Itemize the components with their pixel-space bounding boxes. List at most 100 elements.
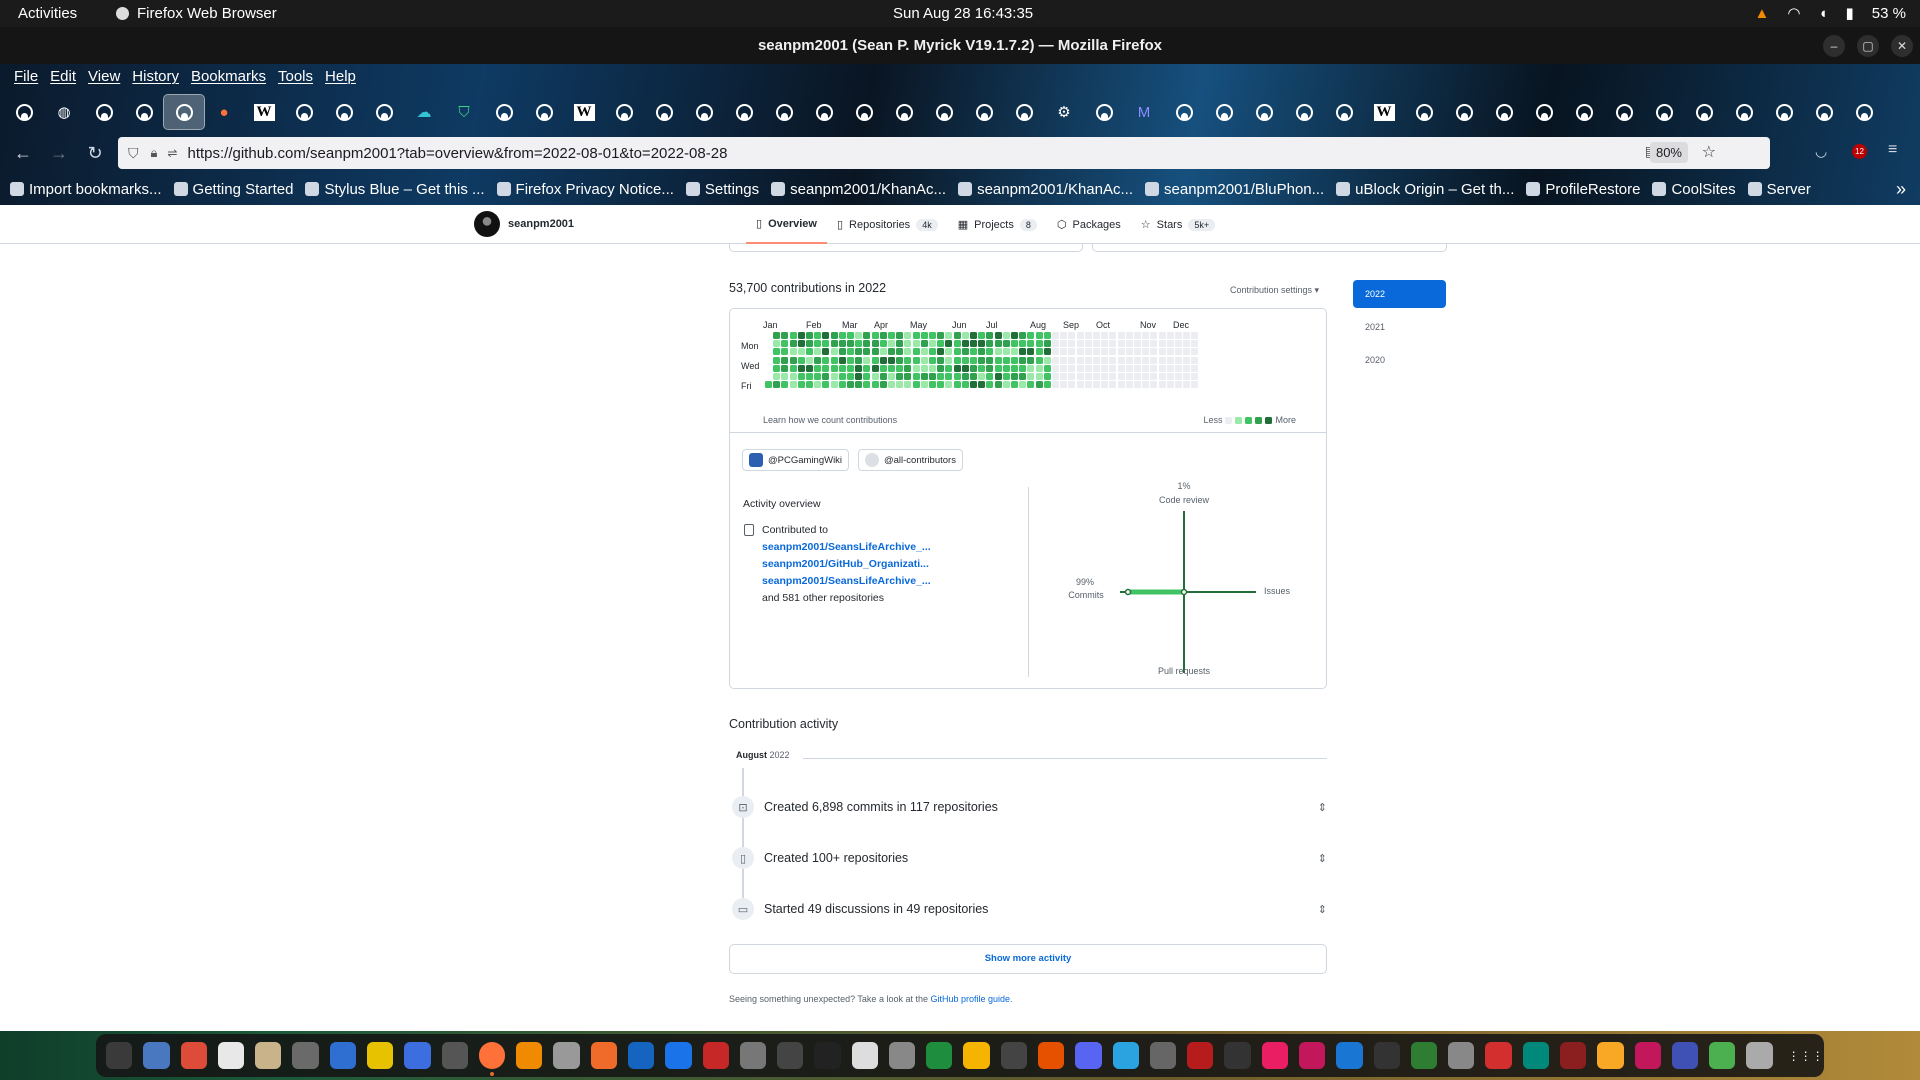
contribution-cell[interactable]	[1002, 340, 1010, 348]
contribution-cell[interactable]	[1093, 364, 1100, 372]
contribution-cell[interactable]	[1019, 348, 1027, 356]
menu-edit[interactable]: Edit	[44, 64, 82, 90]
contribution-cell[interactable]	[863, 340, 871, 348]
contribution-cell[interactable]	[806, 340, 813, 348]
contribution-cell[interactable]	[986, 348, 994, 356]
dock-app-icon[interactable]	[1373, 1042, 1400, 1069]
contribution-cell[interactable]	[920, 356, 928, 364]
dock-app-icon[interactable]	[329, 1042, 356, 1069]
tab-shield[interactable]: ⛉	[444, 95, 484, 129]
contribution-cell[interactable]	[863, 332, 871, 339]
contribution-cell[interactable]	[929, 340, 936, 348]
contribution-cell[interactable]	[1011, 348, 1018, 356]
year-2020[interactable]: 2020	[1353, 346, 1446, 374]
contribution-cell[interactable]	[781, 373, 789, 380]
dock-app-icon[interactable]	[1149, 1042, 1177, 1069]
profile-user[interactable]: seanpm2001	[474, 211, 574, 237]
activity-item[interactable]: ⊡ Created 6,898 commits in 117 repositor…	[732, 795, 1327, 819]
dock-app-icon[interactable]	[777, 1042, 804, 1069]
contribution-cell[interactable]	[1076, 373, 1084, 380]
hamburger-menu-icon[interactable]: ≡	[1888, 141, 1897, 159]
contribution-cell[interactable]	[871, 356, 879, 364]
contribution-cell[interactable]	[1093, 348, 1100, 356]
minimize-button[interactable]: –	[1823, 35, 1845, 57]
contribution-cell[interactable]	[970, 373, 977, 380]
tab-github[interactable]	[644, 95, 684, 129]
bookmark-item[interactable]: Settings	[685, 181, 759, 198]
volume-icon[interactable]: ◖	[1818, 5, 1827, 22]
contribution-cell[interactable]	[879, 348, 887, 356]
contribution-cell[interactable]	[978, 348, 986, 356]
contribution-cell[interactable]	[781, 348, 789, 356]
contribution-cell[interactable]	[929, 332, 936, 339]
year-2021[interactable]: 2021	[1353, 313, 1446, 341]
contribution-cell[interactable]	[1125, 340, 1133, 348]
contribution-cell[interactable]	[1060, 332, 1068, 339]
contribution-cell[interactable]	[1060, 340, 1068, 348]
contribution-cell[interactable]	[961, 340, 969, 348]
tab-github[interactable]	[1844, 95, 1884, 129]
contribution-cell[interactable]	[912, 364, 920, 372]
tab-firefox[interactable]: ●	[204, 95, 244, 129]
menu-bookmarks[interactable]: Bookmarks	[185, 64, 272, 90]
tab-github[interactable]	[4, 95, 44, 129]
bookmark-item[interactable]: Getting Started	[173, 181, 293, 198]
dock-app-icon[interactable]	[1485, 1042, 1512, 1069]
contribution-cell[interactable]	[1043, 364, 1051, 372]
contribution-cell[interactable]	[847, 348, 854, 356]
contribution-cell[interactable]	[863, 364, 871, 372]
dock-app-icon[interactable]	[1522, 1042, 1549, 1069]
wifi-icon[interactable]: ◠	[1787, 4, 1800, 22]
contribution-cell[interactable]	[1175, 340, 1182, 348]
contribution-cell[interactable]	[920, 340, 928, 348]
tab-github[interactable]	[1404, 95, 1444, 129]
contribution-cell[interactable]	[773, 332, 781, 339]
clock[interactable]: Sun Aug 28 16:43:35	[893, 5, 1033, 22]
contribution-cell[interactable]	[847, 332, 854, 339]
contribution-cell[interactable]	[986, 340, 994, 348]
contribution-cell[interactable]	[1035, 332, 1043, 339]
contribution-cell[interactable]	[961, 356, 969, 364]
contribution-cell[interactable]	[1142, 340, 1150, 348]
contribution-cell[interactable]	[1166, 340, 1174, 348]
contribution-cell[interactable]	[978, 356, 986, 364]
contribution-cell[interactable]	[1019, 364, 1027, 372]
contribution-cell[interactable]	[1002, 373, 1010, 380]
dock-app-icon[interactable]	[143, 1042, 170, 1069]
contribution-cell[interactable]	[1175, 373, 1182, 380]
contribution-cell[interactable]	[1052, 348, 1059, 356]
contribution-cell[interactable]	[871, 381, 879, 389]
show-apps-icon[interactable]: ⋮⋮⋮	[1788, 1049, 1824, 1063]
contribution-cell[interactable]	[904, 348, 912, 356]
contribution-cell[interactable]	[994, 381, 1002, 389]
contribution-cell[interactable]	[1002, 381, 1010, 389]
contribution-cell[interactable]	[838, 356, 846, 364]
contribution-cell[interactable]	[797, 348, 805, 356]
dock-app-icon[interactable]	[106, 1042, 133, 1069]
dock-app-icon[interactable]	[1597, 1042, 1624, 1069]
menu-help[interactable]: Help	[319, 64, 362, 90]
repo-link[interactable]: seanpm2001/SeansLifeArchive_...	[762, 539, 931, 556]
contribution-cell[interactable]	[1158, 381, 1166, 389]
contribution-cell[interactable]	[1002, 332, 1010, 339]
contribution-cell[interactable]	[797, 332, 805, 339]
tab-github[interactable]	[1084, 95, 1124, 129]
contribution-cell[interactable]	[855, 364, 863, 372]
contribution-cell[interactable]	[1043, 356, 1051, 364]
contribution-cell[interactable]	[1117, 364, 1125, 372]
maximize-button[interactable]: ▢	[1857, 35, 1879, 57]
contribution-cell[interactable]	[1109, 373, 1117, 380]
contribution-cell[interactable]	[1134, 364, 1141, 372]
tab-github[interactable]	[1604, 95, 1644, 129]
contribution-cell[interactable]	[1101, 381, 1109, 389]
tab-wikipedia[interactable]: W	[1364, 95, 1404, 129]
contribution-cell[interactable]	[904, 332, 912, 339]
reload-button[interactable]: ↻	[80, 143, 110, 164]
contribution-cell[interactable]	[1142, 381, 1150, 389]
contribution-cell[interactable]	[1027, 356, 1035, 364]
contribution-cell[interactable]	[937, 340, 945, 348]
tab-overview[interactable]: ▯ Overview	[746, 205, 827, 244]
contribution-cell[interactable]	[1175, 381, 1182, 389]
contribution-cell[interactable]	[1166, 381, 1174, 389]
contribution-cell[interactable]	[781, 356, 789, 364]
